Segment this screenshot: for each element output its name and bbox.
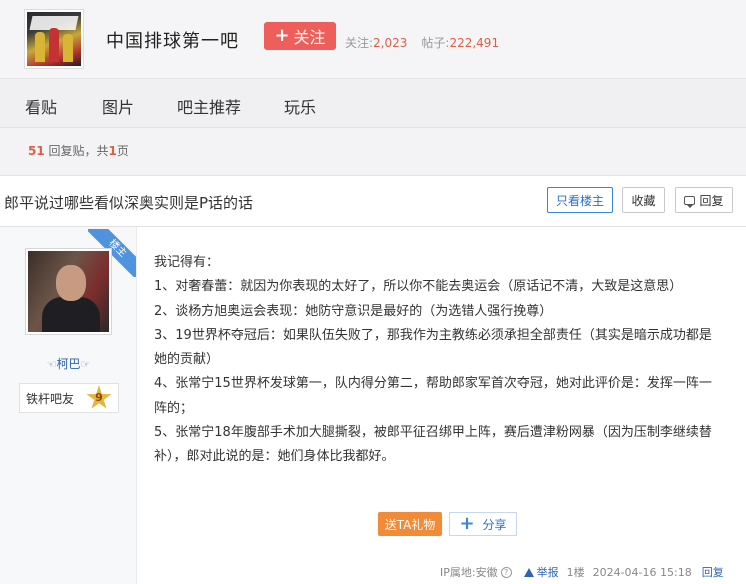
reply-button-label: 回复 [699,193,724,208]
user-avatar-image [28,251,109,332]
level-badge: 9 [86,385,112,411]
post-floor-1: 楼主 ☜柯巴☞ 铁杆吧友 9 我记得有： 1、对奢春蕾：就因为你表现的太好了，所… [0,227,746,584]
page-unit: 页 [116,144,129,158]
badge-name: 铁杆吧友 [26,391,75,406]
forum-header: 中国排球第一吧 + 关注 关注:2,023 帖子:222,491 [0,0,746,78]
forum-nav: 看贴 图片 吧主推荐 玩乐 [0,78,746,128]
reply-button[interactable]: 回复 [675,187,733,213]
author-panel: 楼主 ☜柯巴☞ 铁杆吧友 9 [0,227,137,584]
plus-icon: + [274,25,290,46]
post-line: 2、谈杨方旭奥运会表现：她防守意识是最好的（为选错人强行挽尊） [154,303,553,319]
share-plus-icon: + [459,513,475,534]
only-op-button[interactable]: 只看楼主 [547,187,613,213]
post-line: 4、张常宁15世界杯发球第一，队内得分第二，帮助郎家军首次夺冠，她对此评价是：发… [154,376,712,416]
post-line: 3、19世界杯夺冠后：如果队伍失败了，那我作为主教练必须承担全部责任（其实是暗示… [154,327,712,368]
floor-number: 1楼 [566,566,585,579]
share-button-label: 分享 [482,517,507,532]
share-button[interactable]: + 分享 [449,512,517,536]
follow-count: 2,023 [373,36,408,50]
warning-icon [523,567,534,577]
send-gift-button[interactable]: 送TA礼物 [378,512,442,536]
nav-tab-games[interactable]: 玩乐 [284,94,316,118]
report-button[interactable]: 举报 [523,564,559,580]
level-number: 9 [95,391,103,404]
forum-avatar[interactable] [24,9,84,69]
reply-count-text: 回复贴，共 [48,144,109,158]
post-line: 1、对奢春蕾：就因为你表现的太好了，所以你不能去奥运会（原话记不清，大致是这意思… [154,279,683,295]
report-label: 举报 [536,566,559,579]
post-count-label: 帖子: [421,36,450,50]
reply-count: 51 [28,144,45,158]
chat-icon [684,195,696,208]
forum-stats: 关注:2,023 帖子:222,491 [345,34,499,51]
follow-button[interactable]: + 关注 [264,22,336,50]
hand-right-icon: ☞ [80,358,91,371]
author-name[interactable]: 柯巴 [56,357,80,371]
post-line: 5、张常宁18年腹部手术加大腿撕裂，被郎平征召绑甲上阵，赛后遭津粉网暴（因为压制… [154,425,712,465]
thread-title-bar: 郎平说过哪些看似深奥实则是P话的话 只看楼主 收藏 回复 [0,175,746,227]
post-count: 222,491 [449,36,500,50]
help-icon[interactable]: ? [500,566,512,578]
post-line: 我记得有： [154,255,220,270]
nav-tab-images[interactable]: 图片 [102,94,134,118]
follow-count-label: 关注: [345,36,374,50]
forum-avatar-image [27,12,81,66]
user-avatar[interactable] [25,248,112,335]
follow-button-label: 关注 [293,28,326,47]
reply-summary: 51 回复贴，共1页 [28,142,129,159]
page-count: 1 [108,144,117,158]
nav-tab-posts[interactable]: 看贴 [25,94,57,118]
post-footer: IP属地:安徽 ? 举报 1楼 2024-04-16 15:18 回复 [440,564,724,580]
hand-left-icon: ☜ [46,358,57,371]
member-badge[interactable]: 铁杆吧友 9 [19,383,119,413]
thread-title: 郎平说过哪些看似深奥实则是P话的话 [4,194,254,212]
post-content: 我记得有： 1、对奢春蕾：就因为你表现的太好了，所以你不能去奥运会（原话记不清，… [154,251,724,470]
post-reply-link[interactable]: 回复 [702,564,724,580]
ip-location: IP属地:安徽 [440,566,498,579]
collect-button[interactable]: 收藏 [622,187,665,213]
nav-tab-recommended[interactable]: 吧主推荐 [177,94,241,118]
post-time: 2024-04-16 15:18 [592,565,692,579]
username-line: ☜柯巴☞ [0,355,137,372]
forum-name[interactable]: 中国排球第一吧 [106,27,239,53]
